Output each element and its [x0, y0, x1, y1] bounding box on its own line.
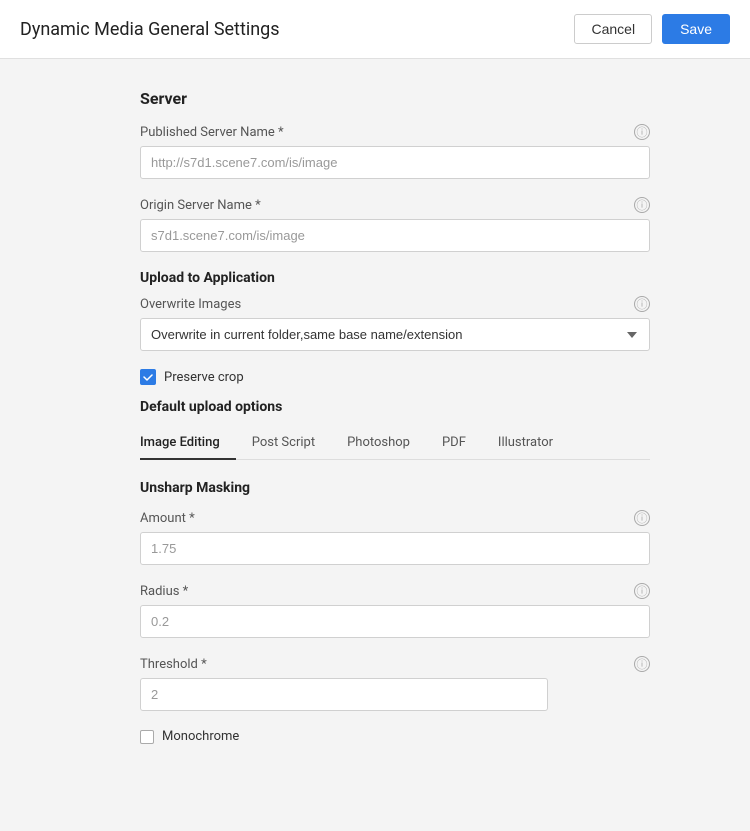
overwrite-images-label: Overwrite Images [140, 297, 241, 312]
origin-server-name-info-icon: ⓘ [634, 197, 650, 213]
tab-pdf[interactable]: PDF [426, 427, 482, 460]
tab-image-editing[interactable]: Image Editing [140, 427, 236, 460]
radius-input[interactable] [140, 605, 650, 638]
upload-options-tabs: Image EditingPost ScriptPhotoshopPDFIllu… [140, 427, 650, 460]
preserve-crop-row: Preserve crop [140, 369, 650, 385]
monochrome-checkbox[interactable] [140, 730, 154, 744]
amount-group: Amount * ⓘ [140, 510, 650, 565]
origin-server-name-group: Origin Server Name * ⓘ [140, 197, 650, 252]
overwrite-images-info-icon: ⓘ [634, 296, 650, 312]
published-server-name-label: Published Server Name * [140, 125, 284, 140]
origin-server-name-label-row: Origin Server Name * ⓘ [140, 197, 650, 213]
header: Dynamic Media General Settings Cancel Sa… [0, 0, 750, 59]
published-server-name-info-icon: ⓘ [634, 124, 650, 140]
threshold-label-row: Threshold * ⓘ [140, 656, 650, 672]
tab-illustrator[interactable]: Illustrator [482, 427, 569, 460]
cancel-button[interactable]: Cancel [574, 14, 652, 44]
threshold-info-icon: ⓘ [634, 656, 650, 672]
monochrome-row: Monochrome [140, 729, 650, 744]
threshold-input[interactable] [140, 678, 548, 711]
origin-server-name-input[interactable] [140, 219, 650, 252]
published-server-name-label-row: Published Server Name * ⓘ [140, 124, 650, 140]
unsharp-masking-heading: Unsharp Masking [140, 480, 650, 496]
radius-info-icon: ⓘ [634, 583, 650, 599]
overwrite-images-select[interactable]: Overwrite in current folder,same base na… [140, 318, 650, 351]
main-content: Server Published Server Name * ⓘ Origin … [0, 59, 750, 788]
upload-to-application-heading: Upload to Application [140, 270, 650, 286]
published-server-name-group: Published Server Name * ⓘ [140, 124, 650, 179]
amount-label: Amount * [140, 511, 195, 526]
tab-photoshop[interactable]: Photoshop [331, 427, 426, 460]
published-server-name-input[interactable] [140, 146, 650, 179]
threshold-label: Threshold * [140, 657, 207, 672]
header-actions: Cancel Save [574, 14, 730, 44]
amount-label-row: Amount * ⓘ [140, 510, 650, 526]
radius-label-row: Radius * ⓘ [140, 583, 650, 599]
amount-info-icon: ⓘ [634, 510, 650, 526]
overwrite-images-group: Overwrite Images ⓘ Overwrite in current … [140, 296, 650, 351]
page-title: Dynamic Media General Settings [20, 19, 280, 40]
origin-server-name-label: Origin Server Name * [140, 198, 261, 213]
monochrome-label: Monochrome [162, 729, 239, 744]
preserve-crop-checkbox[interactable] [140, 369, 156, 385]
radius-group: Radius * ⓘ [140, 583, 650, 638]
save-button[interactable]: Save [662, 14, 730, 44]
amount-input[interactable] [140, 532, 650, 565]
threshold-group: Threshold * ⓘ [140, 656, 650, 711]
server-heading: Server [140, 89, 650, 108]
tab-post-script[interactable]: Post Script [236, 427, 331, 460]
default-upload-options-heading: Default upload options [140, 399, 650, 415]
overwrite-images-label-row: Overwrite Images ⓘ [140, 296, 650, 312]
preserve-crop-label: Preserve crop [164, 370, 244, 385]
radius-label: Radius * [140, 584, 188, 599]
